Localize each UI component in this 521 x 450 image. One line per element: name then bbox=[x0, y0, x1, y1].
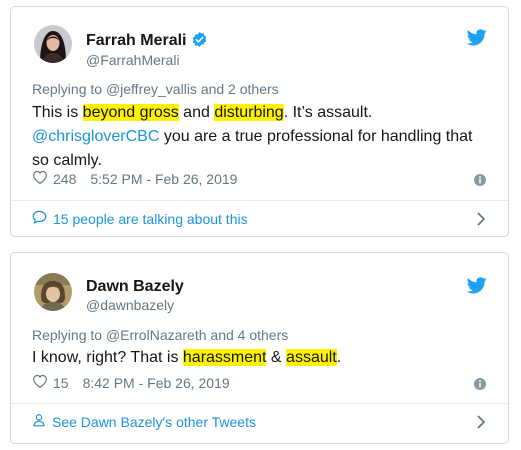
twitter-bird-icon[interactable] bbox=[466, 29, 487, 51]
replying-to-label: Replying to bbox=[32, 81, 106, 97]
highlighted-text: assault bbox=[286, 349, 337, 366]
like-count[interactable]: 248 bbox=[53, 171, 76, 187]
avatar[interactable] bbox=[34, 25, 72, 63]
tweet-text-segment: I know, right? That is bbox=[32, 349, 183, 366]
replying-to-users-link[interactable]: @jeffrey_vallis and 2 others bbox=[106, 81, 279, 97]
tweet-meta: 248 5:52 PM - Feb 26, 2019 bbox=[32, 170, 237, 187]
like-count[interactable]: 15 bbox=[53, 375, 69, 391]
avatar-photo-icon bbox=[34, 25, 72, 63]
replying-to-users-link[interactable]: @ErrolNazareth and 4 others bbox=[106, 327, 288, 343]
divider bbox=[11, 403, 508, 404]
heart-icon[interactable] bbox=[32, 170, 48, 187]
replying-to: Replying to @jeffrey_vallis and 2 others bbox=[32, 81, 279, 97]
highlighted-text: harassment bbox=[182, 349, 267, 366]
tweet-card-farrah[interactable]: Farrah Merali @FarrahMerali Replying to … bbox=[10, 6, 509, 237]
tweet-text-segment: and bbox=[178, 104, 215, 121]
highlighted-text: disturbing bbox=[214, 104, 284, 121]
user-handle[interactable]: @dawnbazely bbox=[86, 297, 174, 313]
user-handle[interactable]: @FarrahMerali bbox=[86, 52, 180, 68]
tweet-text-segment: This is bbox=[32, 104, 83, 121]
timestamp-link[interactable]: 8:42 PM - Feb 26, 2019 bbox=[83, 375, 230, 391]
replying-to-label: Replying to bbox=[32, 327, 106, 343]
verified-badge-icon bbox=[191, 31, 208, 53]
divider bbox=[11, 200, 508, 201]
display-name[interactable]: Farrah Merali bbox=[86, 31, 208, 53]
display-name-text[interactable]: Dawn Bazely bbox=[86, 278, 184, 295]
heart-icon[interactable] bbox=[32, 374, 48, 391]
tweet-text-segment: & bbox=[266, 349, 287, 366]
display-name[interactable]: Dawn Bazely bbox=[86, 278, 184, 296]
info-icon[interactable] bbox=[474, 173, 486, 191]
tweet-meta: 15 8:42 PM - Feb 26, 2019 bbox=[32, 374, 230, 391]
twitter-bird-icon[interactable] bbox=[466, 277, 487, 299]
tweet-text-segment: . bbox=[336, 349, 342, 366]
timestamp-link[interactable]: 5:52 PM - Feb 26, 2019 bbox=[90, 171, 237, 187]
person-icon bbox=[32, 413, 46, 430]
highlighted-text: beyond gross bbox=[82, 104, 179, 121]
tweet-text-segment: . It’s assault. bbox=[283, 104, 373, 121]
avatar-photo-icon bbox=[34, 273, 72, 311]
conversation-link[interactable]: 15 people are talking about this bbox=[32, 210, 248, 227]
display-name-text[interactable]: Farrah Merali bbox=[86, 32, 186, 49]
tweet-card-dawn[interactable]: Dawn Bazely @dawnbazely Replying to @Err… bbox=[10, 252, 509, 444]
avatar[interactable] bbox=[34, 273, 72, 311]
chevron-right-icon[interactable] bbox=[477, 212, 486, 231]
tweet-text: I know, right? That is harassment & assa… bbox=[32, 346, 492, 370]
other-tweets-label[interactable]: See Dawn Bazely's other Tweets bbox=[52, 414, 256, 430]
conversation-link-label[interactable]: 15 people are talking about this bbox=[53, 211, 248, 227]
tweet-text: This is beyond gross and disturbing. It’… bbox=[32, 101, 492, 173]
chevron-right-icon[interactable] bbox=[477, 415, 486, 434]
other-tweets-link[interactable]: See Dawn Bazely's other Tweets bbox=[32, 413, 256, 430]
replying-to: Replying to @ErrolNazareth and 4 others bbox=[32, 327, 288, 343]
speech-bubble-icon bbox=[32, 210, 47, 227]
mention-link[interactable]: @chrisgloverCBC bbox=[32, 128, 159, 145]
info-icon[interactable] bbox=[474, 377, 486, 395]
